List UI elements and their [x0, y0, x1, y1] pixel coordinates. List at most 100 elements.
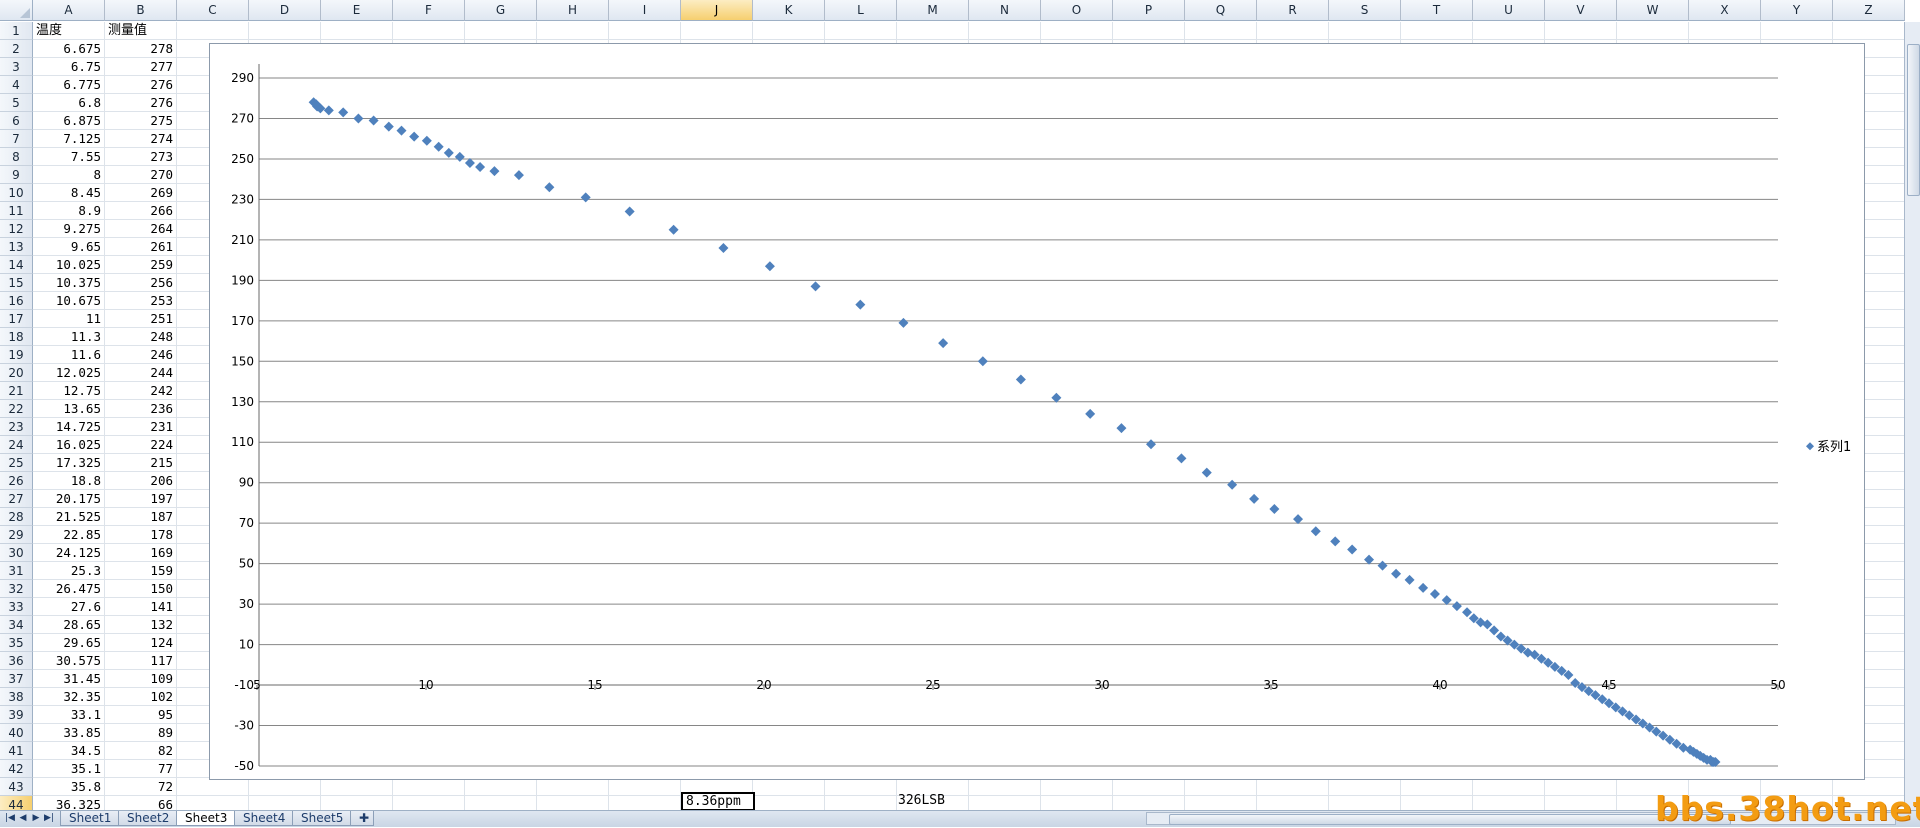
row-header-39[interactable]: 39 [0, 706, 33, 724]
cell-A17[interactable]: 11 [33, 310, 105, 328]
row-header-40[interactable]: 40 [0, 724, 33, 742]
cell-B43[interactable]: 72 [105, 778, 177, 796]
cell-B31[interactable]: 159 [105, 562, 177, 580]
column-header-A[interactable]: A [33, 0, 105, 21]
data-point[interactable] [454, 151, 465, 162]
row-header-11[interactable]: 11 [0, 202, 33, 220]
row-header-28[interactable]: 28 [0, 508, 33, 526]
column-header-D[interactable]: D [249, 0, 321, 21]
cell-A25[interactable]: 17.325 [33, 454, 105, 472]
row-header-16[interactable]: 16 [0, 292, 33, 310]
row-header-35[interactable]: 35 [0, 634, 33, 652]
data-point[interactable] [1116, 423, 1127, 434]
cell-B1[interactable]: 测量值 [105, 22, 177, 40]
column-header-S[interactable]: S [1329, 0, 1401, 21]
column-header-K[interactable]: K [753, 0, 825, 21]
data-point[interactable] [764, 261, 775, 272]
legend-label[interactable]: 系列1 [1817, 440, 1851, 455]
row-header-5[interactable]: 5 [0, 94, 33, 112]
column-header-P[interactable]: P [1113, 0, 1185, 21]
cell-A34[interactable]: 28.65 [33, 616, 105, 634]
cell-A26[interactable]: 18.8 [33, 472, 105, 490]
cell-B3[interactable]: 277 [105, 58, 177, 76]
cell-A30[interactable]: 24.125 [33, 544, 105, 562]
row-header-22[interactable]: 22 [0, 400, 33, 418]
cell-B33[interactable]: 141 [105, 598, 177, 616]
data-point[interactable] [353, 113, 364, 124]
column-header-V[interactable]: V [1545, 0, 1617, 21]
cell-B23[interactable]: 231 [105, 418, 177, 436]
data-point[interactable] [898, 317, 909, 328]
cell-A19[interactable]: 11.6 [33, 346, 105, 364]
cell-A3[interactable]: 6.75 [33, 58, 105, 76]
row-header-18[interactable]: 18 [0, 328, 33, 346]
row-header-36[interactable]: 36 [0, 652, 33, 670]
cell-A40[interactable]: 33.85 [33, 724, 105, 742]
data-point[interactable] [544, 182, 555, 193]
cell-A7[interactable]: 7.125 [33, 130, 105, 148]
data-point[interactable] [938, 338, 949, 349]
data-point[interactable] [1085, 408, 1096, 419]
row-header-15[interactable]: 15 [0, 274, 33, 292]
column-header-M[interactable]: M [897, 0, 969, 21]
data-point[interactable] [409, 131, 420, 142]
data-point[interactable] [396, 125, 407, 136]
cell-A41[interactable]: 34.5 [33, 742, 105, 760]
cell-B41[interactable]: 82 [105, 742, 177, 760]
column-header-Y[interactable]: Y [1761, 0, 1833, 21]
cell-B18[interactable]: 248 [105, 328, 177, 346]
sheet-tab-sheet5[interactable]: Sheet5 [292, 811, 353, 826]
row-header-9[interactable]: 9 [0, 166, 33, 184]
cell-A21[interactable]: 12.75 [33, 382, 105, 400]
row-header-31[interactable]: 31 [0, 562, 33, 580]
cell-B5[interactable]: 276 [105, 94, 177, 112]
cell-B19[interactable]: 246 [105, 346, 177, 364]
row-header-29[interactable]: 29 [0, 526, 33, 544]
row-header-19[interactable]: 19 [0, 346, 33, 364]
column-header-E[interactable]: E [321, 0, 393, 21]
sheet-tab-sheet4[interactable]: Sheet4 [234, 811, 295, 826]
row-header-33[interactable]: 33 [0, 598, 33, 616]
data-point[interactable] [489, 166, 500, 177]
column-header-T[interactable]: T [1401, 0, 1473, 21]
cell-A8[interactable]: 7.55 [33, 148, 105, 166]
row-header-32[interactable]: 32 [0, 580, 33, 598]
cell-B2[interactable]: 278 [105, 40, 177, 58]
sheet-nav-button-1[interactable]: ◀ [17, 812, 29, 825]
cell-B12[interactable]: 264 [105, 220, 177, 238]
cell-A6[interactable]: 6.875 [33, 112, 105, 130]
row-header-38[interactable]: 38 [0, 688, 33, 706]
select-all-corner[interactable] [0, 0, 33, 21]
cell-B30[interactable]: 169 [105, 544, 177, 562]
row-header-25[interactable]: 25 [0, 454, 33, 472]
column-header-C[interactable]: C [177, 0, 249, 21]
data-point[interactable] [513, 170, 524, 181]
cell-A11[interactable]: 8.9 [33, 202, 105, 220]
data-point[interactable] [433, 141, 444, 152]
cell-A9[interactable]: 8 [33, 166, 105, 184]
column-header-G[interactable]: G [465, 0, 537, 21]
row-header-30[interactable]: 30 [0, 544, 33, 562]
cell-B25[interactable]: 215 [105, 454, 177, 472]
data-point[interactable] [1015, 374, 1026, 385]
column-header-W[interactable]: W [1617, 0, 1689, 21]
cell-A5[interactable]: 6.8 [33, 94, 105, 112]
data-point[interactable] [464, 157, 475, 168]
cell-A14[interactable]: 10.025 [33, 256, 105, 274]
row-header-3[interactable]: 3 [0, 58, 33, 76]
row-header-14[interactable]: 14 [0, 256, 33, 274]
row-header-42[interactable]: 42 [0, 760, 33, 778]
cell-A28[interactable]: 21.525 [33, 508, 105, 526]
data-point[interactable] [624, 206, 635, 217]
data-point[interactable] [1429, 589, 1440, 599]
cell-A42[interactable]: 35.1 [33, 760, 105, 778]
cell-A22[interactable]: 13.65 [33, 400, 105, 418]
cell-B42[interactable]: 77 [105, 760, 177, 778]
cell-B36[interactable]: 117 [105, 652, 177, 670]
horizontal-scroll-thumb[interactable] [1169, 814, 1731, 825]
cell-A20[interactable]: 12.025 [33, 364, 105, 382]
sheet-nav-button-0[interactable]: |◀ [4, 812, 16, 825]
cell-B8[interactable]: 273 [105, 148, 177, 166]
row-header-41[interactable]: 41 [0, 742, 33, 760]
data-point[interactable] [1310, 526, 1321, 537]
